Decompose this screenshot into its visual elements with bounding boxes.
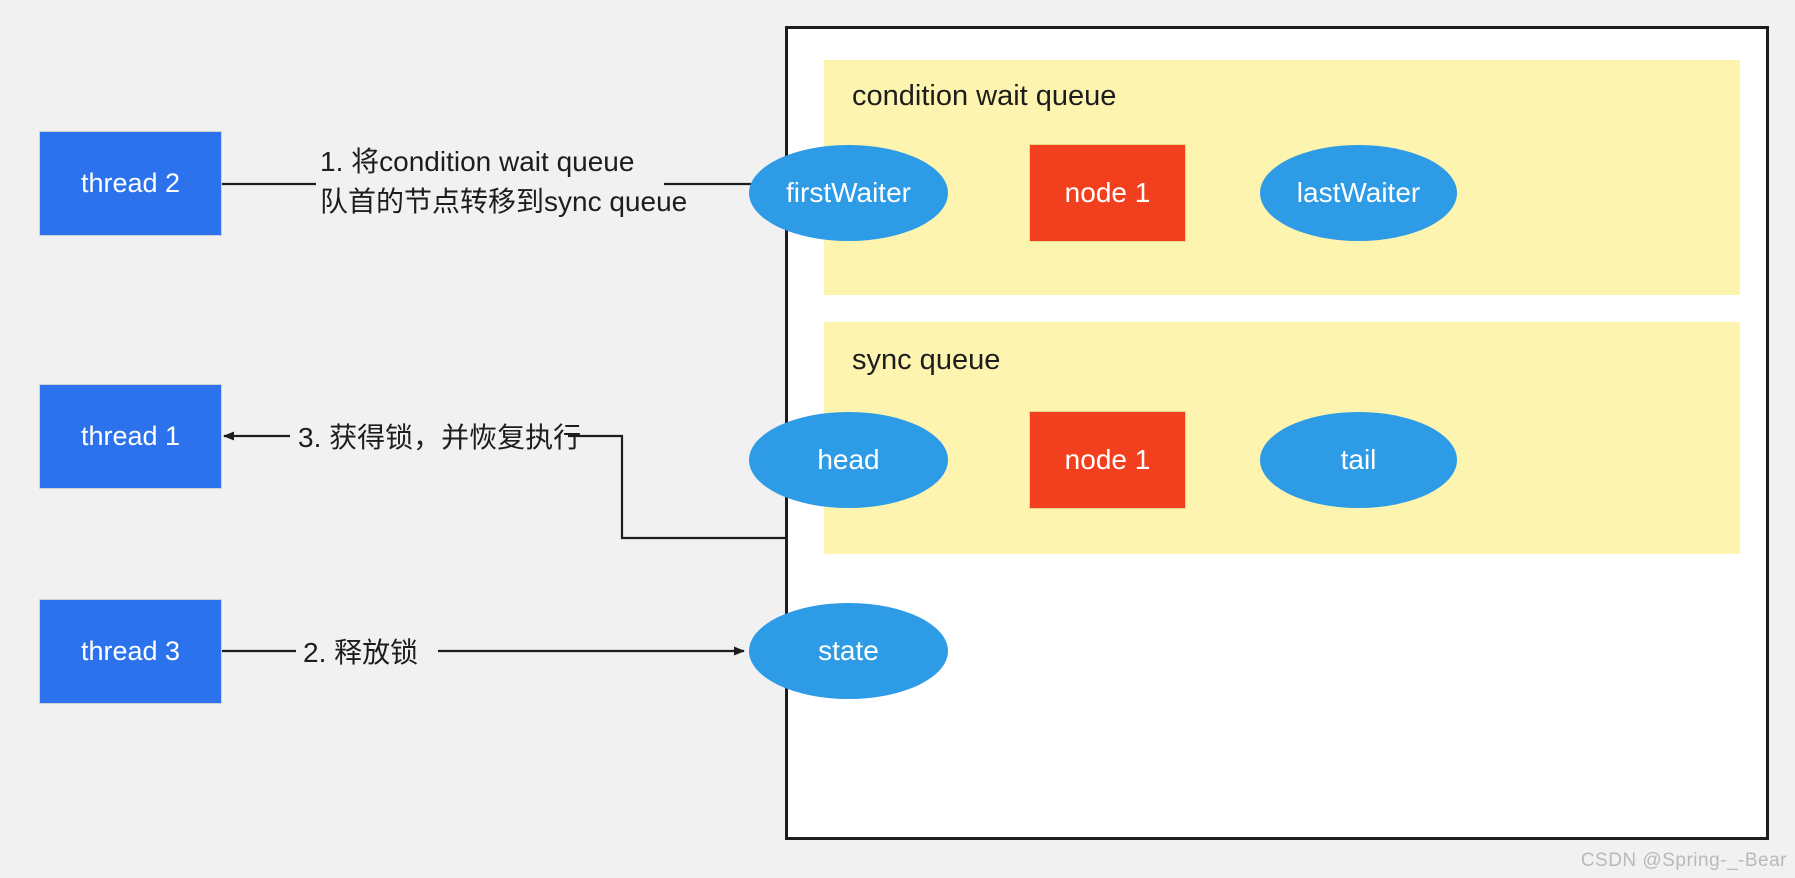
watermark: CSDN @Spring-_-Bear [1580, 850, 1787, 871]
diagram-canvas: cond node 1 --> lastWaiter --> sync node… [0, 0, 1795, 878]
node-firstwaiter[interactable]: firstWaiter [749, 145, 948, 241]
thread-box-label: thread 1 [80, 421, 181, 451]
node-label: state [818, 635, 879, 666]
node-label: tail [1340, 444, 1377, 475]
node-head[interactable]: head [749, 412, 948, 508]
node-state[interactable]: state [749, 603, 948, 699]
step-1-label-line-2: 队首的节点转移到sync queue [320, 185, 688, 217]
thread-box-thread-2[interactable]: thread 2 [39, 131, 222, 236]
node-label: head [817, 444, 880, 475]
node-lastwaiter[interactable]: lastWaiter [1260, 145, 1457, 241]
node-label: node 1 [1064, 177, 1151, 208]
node-tail[interactable]: tail [1260, 412, 1457, 508]
node-label: node 1 [1064, 444, 1151, 475]
step-1-label: 1. 将condition wait queue 队首的节点转移到sync qu… [320, 142, 687, 222]
condition-wait-queue-title: condition wait queue [852, 80, 1117, 112]
thread-box-label: thread 3 [80, 636, 181, 666]
step-3-label: 3. 获得锁，并恢复执行 [298, 422, 582, 453]
thread-box-thread-3[interactable]: thread 3 [39, 599, 222, 704]
node-condition-node-1[interactable]: node 1 [1029, 144, 1186, 242]
node-label: firstWaiter [786, 177, 911, 208]
sync-queue-title: sync queue [852, 344, 1001, 376]
thread-box-label: thread 2 [80, 168, 181, 198]
thread-box-thread-1[interactable]: thread 1 [39, 384, 222, 489]
node-label: lastWaiter [1296, 177, 1421, 208]
node-sync-node-1[interactable]: node 1 [1029, 411, 1186, 509]
step-1-label-line-1: 1. 将condition wait queue [320, 146, 635, 177]
step-2-label: 2. 释放锁 [303, 637, 419, 668]
